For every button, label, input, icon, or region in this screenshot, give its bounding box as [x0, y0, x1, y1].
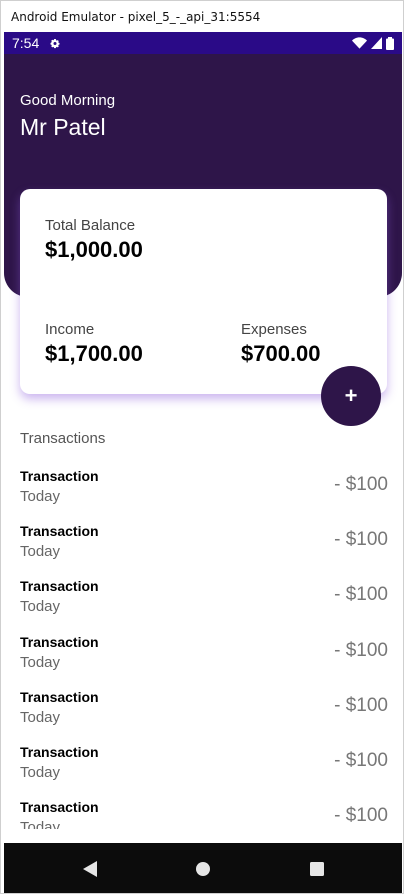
transaction-date: Today: [20, 763, 61, 781]
transaction-amount: - $100: [334, 639, 388, 661]
list-item[interactable]: Transaction Today - $100: [20, 464, 388, 519]
transaction-name: Transaction: [20, 633, 99, 650]
total-balance-value: $1,000.00: [45, 237, 143, 262]
transaction-date: Today: [20, 598, 61, 616]
add-transaction-button[interactable]: +: [321, 366, 381, 426]
transaction-name: Transaction: [20, 688, 99, 705]
signal-icon: [371, 37, 382, 49]
list-item[interactable]: Transaction Today - $100: [20, 630, 388, 685]
greeting-text: Good Morning: [20, 92, 116, 109]
transaction-name: Transaction: [20, 743, 99, 760]
device-screen: 7:54 Good Morning Mr Patel Total Balance…: [4, 32, 402, 893]
status-icons: [352, 36, 394, 50]
list-item[interactable]: Transaction Today - $100: [20, 795, 388, 829]
gear-icon: [50, 39, 60, 49]
navigation-bar: [4, 843, 402, 893]
plus-icon: +: [344, 383, 358, 408]
window-title: Android Emulator - pixel_5_-_api_31:5554: [11, 9, 261, 24]
transaction-name: Transaction: [20, 468, 99, 484]
recents-icon[interactable]: [306, 858, 328, 880]
emulator-window: Android Emulator - pixel_5_-_api_31:5554…: [0, 0, 404, 894]
transaction-date: Today: [20, 543, 61, 561]
list-item[interactable]: Transaction Today - $100: [20, 740, 388, 795]
status-bar: 7:54: [4, 32, 402, 54]
list-item[interactable]: Transaction Today - $100: [20, 685, 388, 740]
balance-card: Total Balance $1,000.00 Income $1,700.00…: [20, 189, 387, 394]
user-name: Mr Patel: [20, 114, 106, 140]
status-time: 7:54: [12, 35, 40, 51]
transaction-name: Transaction: [20, 578, 99, 595]
transactions-list[interactable]: Transaction Today - $100 Transaction Tod…: [20, 464, 388, 829]
battery-icon: [386, 36, 394, 50]
transaction-amount: - $100: [334, 529, 388, 551]
transaction-date: Today: [20, 488, 61, 505]
income-label: Income: [45, 321, 95, 338]
total-balance-label: Total Balance: [45, 217, 136, 234]
transaction-amount: - $100: [334, 694, 388, 716]
transaction-amount: - $100: [334, 474, 388, 495]
transaction-date: Today: [20, 708, 61, 726]
transaction-date: Today: [20, 653, 61, 671]
home-icon[interactable]: [192, 858, 214, 880]
list-item[interactable]: Transaction Today - $100: [20, 519, 388, 574]
transactions-title: Transactions: [20, 430, 106, 447]
transaction-name: Transaction: [20, 799, 99, 816]
list-item[interactable]: Transaction Today - $100: [20, 574, 388, 629]
expenses-label: Expenses: [241, 321, 307, 338]
transaction-amount: - $100: [334, 749, 388, 771]
transaction-amount: - $100: [334, 805, 388, 827]
transaction-name: Transaction: [20, 523, 99, 540]
window-titlebar[interactable]: Android Emulator - pixel_5_-_api_31:5554: [1, 1, 403, 32]
transaction-amount: - $100: [334, 584, 388, 606]
wifi-icon: [352, 37, 367, 49]
expenses-value: $700.00: [241, 341, 321, 366]
income-value: $1,700.00: [45, 341, 143, 366]
transaction-date: Today: [20, 819, 61, 829]
back-icon[interactable]: [80, 858, 102, 880]
